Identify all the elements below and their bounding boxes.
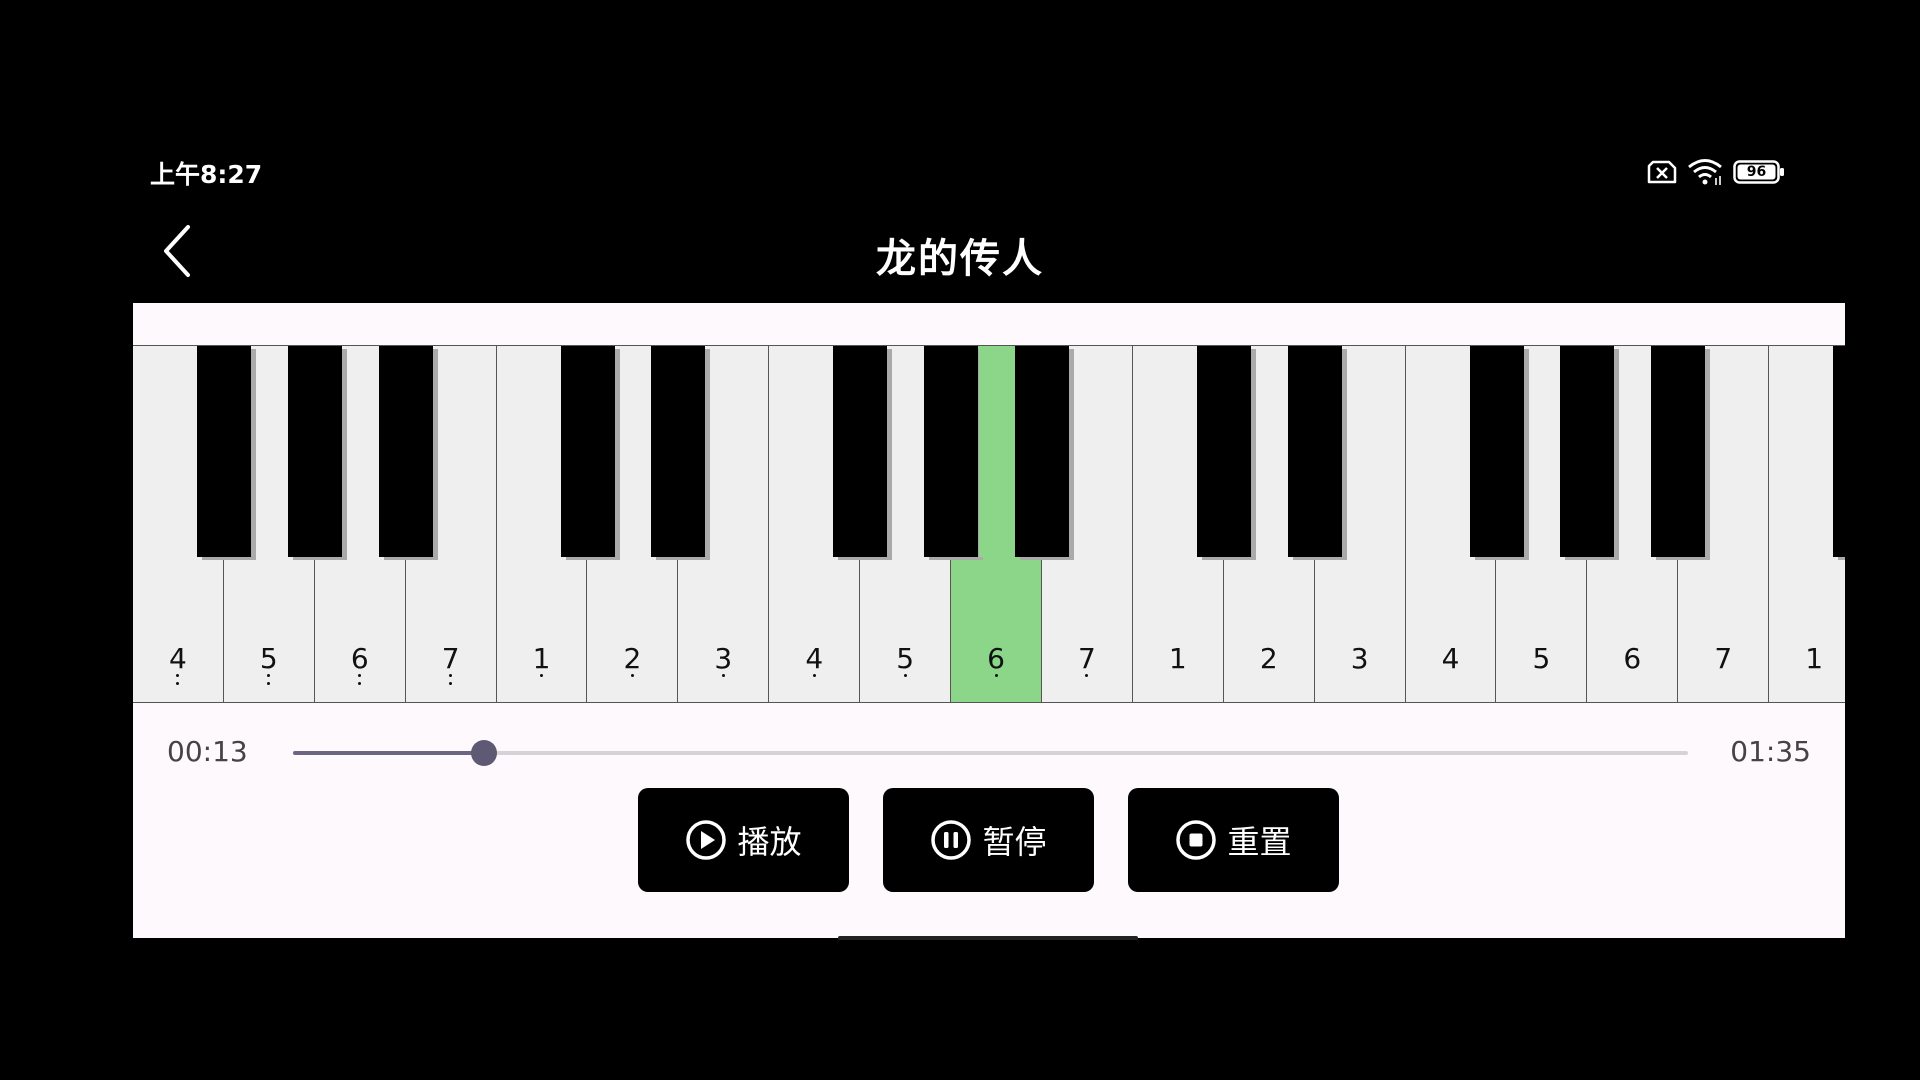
octave-dots xyxy=(315,674,405,690)
octave-dots xyxy=(951,674,1041,682)
pause-label: 暂停 xyxy=(982,823,1047,861)
piano-key-black[interactable] xyxy=(651,346,706,557)
reset-label: 重置 xyxy=(1227,823,1292,861)
reset-button[interactable]: 重置 xyxy=(1128,788,1339,892)
piano-key-black[interactable] xyxy=(1833,346,1845,557)
progress-slider[interactable] xyxy=(293,740,1688,766)
sim-off-icon xyxy=(1647,160,1677,184)
piano-key-black[interactable] xyxy=(560,346,615,557)
piano-key-black[interactable] xyxy=(833,346,888,557)
page-title: 龙的传人 xyxy=(876,236,1044,282)
piano-key-black[interactable] xyxy=(924,346,979,557)
piano-key-black[interactable] xyxy=(378,346,433,557)
wifi-icon xyxy=(1687,158,1723,186)
octave-dots xyxy=(588,674,678,682)
piano-key-black[interactable] xyxy=(1015,346,1069,557)
piano-key-black[interactable] xyxy=(1560,346,1615,557)
octave-dots xyxy=(1042,674,1132,682)
battery-icon: 96 xyxy=(1733,160,1785,184)
key-note-label: 3 xyxy=(1350,642,1369,675)
key-note-label: 5 xyxy=(896,642,915,675)
key-note-label: 6 xyxy=(350,642,369,675)
key-note-label: 1 xyxy=(1168,642,1187,675)
progress-fill xyxy=(293,751,485,755)
octave-dots xyxy=(678,674,768,682)
stop-circle-icon xyxy=(1176,820,1217,860)
key-note-label: 1 xyxy=(532,642,551,675)
key-note-label: 6 xyxy=(1623,642,1642,675)
key-note-label: 1 xyxy=(1805,642,1824,675)
pause-button[interactable]: 暂停 xyxy=(883,788,1094,892)
key-note-label: 2 xyxy=(623,642,642,675)
pause-circle-icon xyxy=(931,820,972,860)
octave-dots xyxy=(133,674,223,690)
progress-thumb[interactable] xyxy=(471,740,498,766)
key-note-label: 6 xyxy=(987,642,1005,675)
home-indicator xyxy=(838,936,1138,940)
play-circle-icon xyxy=(686,820,727,860)
octave-dots xyxy=(497,674,587,682)
piano-key-black[interactable] xyxy=(196,346,251,557)
battery-level: 96 xyxy=(1746,164,1767,180)
total-time: 01:35 xyxy=(1730,735,1811,768)
piano-key-black[interactable] xyxy=(1196,346,1251,557)
control-buttons: 播放 暂停 重置 xyxy=(638,788,1339,892)
play-label: 播放 xyxy=(737,823,802,861)
key-note-label: 4 xyxy=(805,642,824,675)
key-note-label: 7 xyxy=(1078,642,1096,675)
play-button[interactable]: 播放 xyxy=(638,788,849,892)
active-key-highlight xyxy=(979,346,1014,557)
key-note-label: 4 xyxy=(169,642,187,675)
key-note-label: 7 xyxy=(441,642,460,675)
key-note-label: 5 xyxy=(259,642,278,675)
piano-key-black[interactable] xyxy=(1287,346,1342,557)
key-note-label: 3 xyxy=(714,642,733,675)
octave-dots xyxy=(224,674,314,690)
current-time: 00:13 xyxy=(167,735,248,768)
main-panel: 4 5 6 7 1 2 3 4 5 6 7 1 2 3 4 5 6 7 1 00:13 01:35 播放 暂停 重置 xyxy=(133,303,1845,938)
piano-key-black[interactable] xyxy=(1651,346,1706,557)
octave-dots xyxy=(769,674,859,682)
key-note-label: 2 xyxy=(1259,642,1278,675)
piano-key-black[interactable] xyxy=(1469,346,1524,557)
piano-key-black[interactable] xyxy=(287,346,342,557)
status-time: 上午8:27 xyxy=(150,160,263,189)
status-icons: 96 xyxy=(1647,157,1785,187)
octave-dots xyxy=(406,674,496,690)
key-note-label: 7 xyxy=(1714,642,1733,675)
piano-keyboard: 4 5 6 7 1 2 3 4 5 6 7 1 2 3 4 5 6 7 1 xyxy=(133,345,1845,703)
octave-dots xyxy=(860,674,950,682)
key-note-label: 4 xyxy=(1441,642,1460,675)
key-note-label: 5 xyxy=(1532,642,1551,675)
